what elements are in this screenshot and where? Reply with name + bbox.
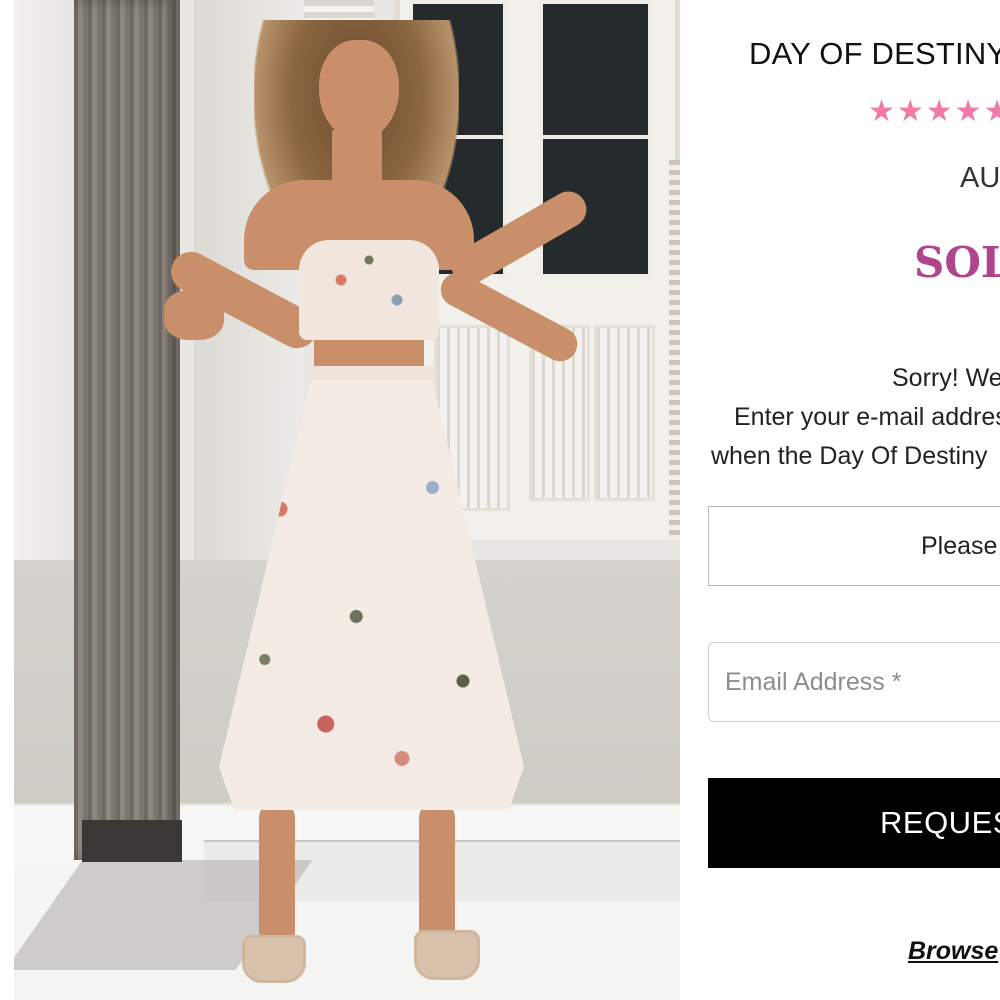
size-select[interactable]: Please s bbox=[708, 506, 1000, 586]
photo-door-panel bbox=[594, 325, 655, 501]
photo-post-base bbox=[82, 820, 182, 862]
photo-door-pane bbox=[539, 0, 652, 143]
model-face bbox=[319, 40, 399, 140]
request-notification-button[interactable]: REQUEST bbox=[708, 778, 1000, 868]
model-shoe-left bbox=[242, 935, 306, 983]
rating-stars-icon[interactable]: ★★★★★ bbox=[868, 94, 1000, 129]
sold-out-badge: SOLD OUT bbox=[914, 238, 1000, 287]
notify-message-line-2: Enter your e-mail address bbox=[734, 403, 1000, 431]
product-info-panel: DAY OF DESTINY ★★★★★ AU SOLD OUT Sorry! … bbox=[680, 0, 1000, 1000]
product-title: DAY OF DESTINY bbox=[749, 36, 1000, 71]
model-midriff bbox=[314, 338, 424, 368]
model-leg-left bbox=[259, 800, 295, 950]
email-input[interactable] bbox=[708, 642, 1000, 722]
model-hand-left bbox=[164, 290, 224, 340]
notify-message-line-1: Sorry! We bbox=[892, 364, 1000, 392]
model-leg-right bbox=[419, 800, 455, 950]
photo-shutter-right bbox=[669, 160, 680, 540]
product-price: AU bbox=[960, 162, 1000, 194]
product-photo[interactable] bbox=[14, 0, 680, 1000]
browse-link[interactable]: Browse bbox=[908, 937, 998, 966]
notify-message-line-3: when the Day Of Destiny bbox=[711, 442, 988, 470]
dress-top bbox=[299, 240, 439, 340]
product-page: DAY OF DESTINY ★★★★★ AU SOLD OUT Sorry! … bbox=[0, 0, 1000, 1000]
model-shoe-right bbox=[414, 930, 480, 980]
size-select-value: Please s bbox=[921, 532, 1000, 560]
photo-wooden-post bbox=[74, 0, 180, 860]
